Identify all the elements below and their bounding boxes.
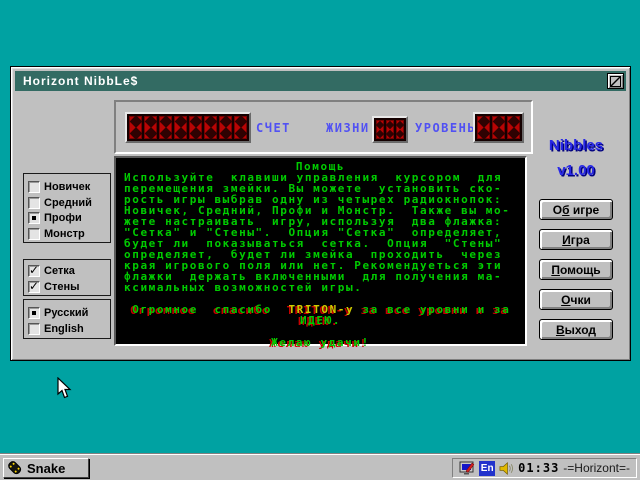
difficulty-pro[interactable]: Профи <box>24 211 110 227</box>
button-label: гра <box>570 232 590 247</box>
radio-box <box>28 212 40 225</box>
task-button-label: Snake <box>27 460 66 476</box>
volume-icon[interactable] <box>499 461 514 476</box>
option-grid[interactable]: ✓ Сетка <box>24 263 110 279</box>
tray-status-text: -=Horizont=- <box>563 461 630 475</box>
keyboard-layout-indicator[interactable]: En <box>479 460 496 476</box>
button-label: омощь <box>559 262 601 277</box>
led-digit <box>386 120 394 139</box>
mouse-cursor <box>57 377 72 399</box>
about-game-button[interactable]: Об игре <box>539 199 613 220</box>
taskbar: Snake En 01:33 -=Horizont=- <box>0 454 640 480</box>
button-label: И <box>562 232 571 247</box>
screen-text-segment: ксимальных возможностей игры. <box>124 281 363 294</box>
screen-text-segment: Огромное спасибо <box>124 303 289 316</box>
radio-box <box>28 307 40 319</box>
checkbox: ✓ <box>28 263 40 277</box>
lives-display <box>372 116 408 143</box>
taskbar-snake-button[interactable]: Snake <box>3 458 89 478</box>
checkbox: ✓ <box>28 279 40 293</box>
screen-text-line: Желаю удачи! <box>124 337 517 348</box>
help-screen: Помощь Используйте клавиши управления кур… <box>114 156 527 348</box>
option-label: Русский <box>44 307 89 319</box>
diagonal-slash-icon <box>610 75 621 87</box>
exit-button[interactable]: Выход <box>539 319 613 340</box>
system-tray: En 01:33 -=Horizont=- <box>452 458 637 478</box>
snake-icon <box>8 461 22 475</box>
button-label: игре <box>569 202 600 217</box>
scores-button[interactable]: Очки <box>539 289 613 310</box>
scoreboard-panel: СЧЕТ ЖИЗНИ УРОВЕНЬ <box>114 100 533 154</box>
display-icon[interactable] <box>459 460 475 476</box>
selected-dot-icon <box>32 216 36 221</box>
screen-text-line: ИДЕЮ. <box>124 315 517 326</box>
button-label: О <box>552 202 563 217</box>
logo-version: v1.00 <box>557 162 595 179</box>
logo-title: Nibbles <box>548 137 604 154</box>
led-digit <box>376 120 384 139</box>
screen-text-line: ксимальных возможностей игры. <box>124 282 517 293</box>
led-digit <box>204 116 217 139</box>
selected-dot-icon <box>32 311 36 315</box>
led-digit <box>129 116 142 139</box>
option-label: Профи <box>44 212 82 225</box>
lives-label: ЖИЗНИ <box>326 121 370 135</box>
led-digit <box>174 116 187 139</box>
window-title: Horizont NibbLe$ <box>23 74 139 88</box>
difficulty-group: Новичек Средний Профи Монстр <box>23 173 111 243</box>
led-digit <box>219 116 232 139</box>
radio-box <box>28 323 40 335</box>
led-digit <box>396 120 404 139</box>
option-label: Монстр <box>44 228 85 241</box>
button-label: ыход <box>564 322 597 337</box>
led-digit <box>234 116 247 139</box>
led-digit <box>477 116 490 139</box>
language-english[interactable]: English <box>24 321 110 337</box>
menu-buttons: Об игре Игра Помощь Очки Выход <box>539 199 613 349</box>
option-walls[interactable]: ✓ Стены <box>24 279 110 295</box>
option-label: Стены <box>44 281 80 293</box>
score-display <box>125 112 251 143</box>
language-russian[interactable]: Русский <box>24 305 110 321</box>
radio-box <box>28 180 40 193</box>
game-logo: Nibbles v1.00 <box>539 137 613 187</box>
led-digit <box>189 116 202 139</box>
option-label: English <box>44 323 84 335</box>
button-label: В <box>555 322 565 337</box>
led-digit <box>507 116 520 139</box>
option-label: Средний <box>44 196 92 209</box>
button-label: чки <box>570 292 591 307</box>
clock: 01:33 <box>518 461 560 475</box>
options-group: ✓ Сетка ✓ Стены <box>23 259 111 296</box>
check-mark-icon: ✓ <box>29 263 40 277</box>
game-button[interactable]: Игра <box>539 229 613 250</box>
level-label: УРОВЕНЬ <box>415 121 477 135</box>
score-label: СЧЕТ <box>256 121 291 135</box>
led-digit <box>159 116 172 139</box>
option-label: Сетка <box>44 265 75 277</box>
radio-box <box>28 196 40 209</box>
language-group: Русский English <box>23 299 111 339</box>
option-label: Новичек <box>44 180 91 193</box>
difficulty-medium[interactable]: Средний <box>24 195 110 211</box>
titlebar[interactable]: Horizont NibbLe$ <box>15 71 626 91</box>
game-window: Horizont NibbLe$ СЧЕТ ЖИЗНИ УРОВЕНЬ Помо… <box>10 66 631 361</box>
screen-text-segment: ИДЕЮ. <box>299 314 342 327</box>
led-digit <box>144 116 157 139</box>
screen-text-segment: за все уровни и за <box>354 303 511 316</box>
level-display <box>473 112 524 143</box>
difficulty-novice[interactable]: Новичек <box>24 179 110 195</box>
led-digit <box>492 116 505 139</box>
button-label: П <box>551 262 560 277</box>
titlebar-button[interactable] <box>607 73 624 89</box>
button-label: О <box>561 292 571 307</box>
radio-box <box>28 228 40 241</box>
screen-text-segment: Желаю удачи! <box>271 336 370 349</box>
help-button[interactable]: Помощь <box>539 259 613 280</box>
button-label: б <box>562 202 570 217</box>
check-mark-icon: ✓ <box>29 279 40 293</box>
difficulty-monster[interactable]: Монстр <box>24 226 110 242</box>
